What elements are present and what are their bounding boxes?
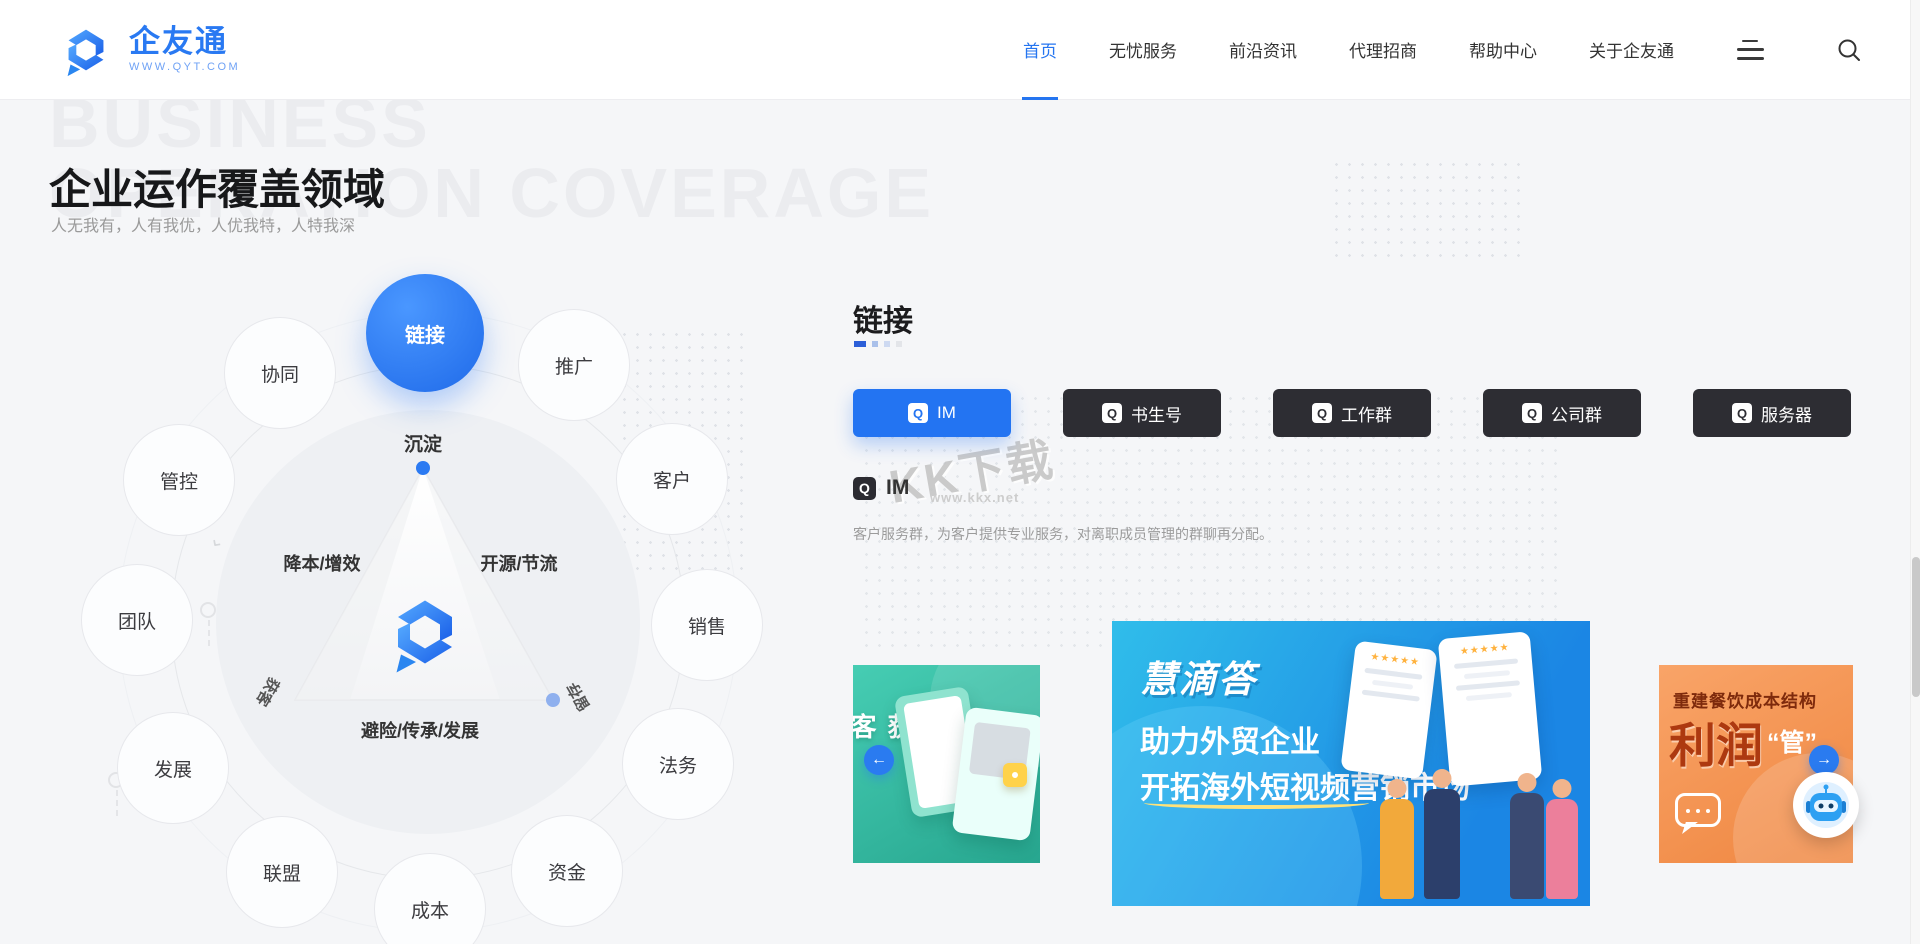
person-illustration: [1546, 799, 1578, 899]
tab-shusheng[interactable]: Q 书生号: [1063, 389, 1221, 437]
qyt-logo-icon: [67, 29, 104, 76]
diagram-bubble[interactable]: 联盟: [226, 816, 338, 928]
center-logo-icon: [396, 600, 452, 673]
robot-mascot-button[interactable]: [1793, 772, 1859, 838]
tab-im[interactable]: Q IM: [853, 389, 1011, 437]
site-header: 企友通 WWW.QYT.COM 首页 无忧服务 前沿资讯 代理招商 帮助中心 关…: [0, 0, 1920, 100]
pin-decoration: [200, 602, 216, 646]
triangle-right-dot: [546, 693, 560, 707]
robot-icon: [1803, 782, 1849, 828]
q-badge-icon: Q: [1732, 403, 1752, 423]
diagram-bubble[interactable]: 资金: [511, 815, 623, 927]
diagram-bubble[interactable]: 团队: [81, 564, 193, 676]
person-illustration: [1380, 799, 1414, 899]
diagram-bubble[interactable]: 销售: [651, 569, 763, 681]
brand-logo[interactable]: 企友通 WWW.QYT.COM: [55, 19, 240, 81]
search-icon[interactable]: [1836, 37, 1862, 63]
nav-item-news[interactable]: 前沿资讯: [1229, 0, 1297, 100]
person-illustration: [1424, 789, 1460, 899]
thumb-icon: [1003, 763, 1027, 787]
tab-company-group[interactable]: Q 公司群: [1483, 389, 1641, 437]
dot-pattern: [1330, 158, 1525, 266]
q-badge-icon: Q: [1312, 403, 1332, 423]
triangle-top-dot: [416, 461, 430, 475]
banner-brand: 慧滴答: [1140, 659, 1257, 700]
underline-swoosh: [1144, 797, 1369, 809]
tab-label: 工作群: [1341, 405, 1392, 425]
q-badge-icon: Q: [1102, 403, 1122, 423]
kk-watermark-url: www.kkx.net: [930, 490, 1020, 505]
scrollbar-track[interactable]: [1910, 0, 1920, 944]
q-badge-icon: Q: [908, 403, 929, 423]
nav-item-about[interactable]: 关于企友通: [1589, 0, 1674, 100]
tab-label: 公司群: [1551, 405, 1602, 425]
diagram-bubble[interactable]: 协同: [224, 317, 336, 429]
tab-label: 书生号: [1131, 405, 1182, 425]
main-nav: 首页 无忧服务 前沿资讯 代理招商 帮助中心 关于企友通: [1023, 0, 1674, 100]
pager-dot[interactable]: [896, 341, 902, 347]
diagram-bubble[interactable]: 法务: [622, 708, 734, 820]
triangle-label-bottom-edge: 避险/传承/发展: [360, 721, 480, 741]
brand-name: 企友通: [129, 23, 228, 59]
diagram-bubble[interactable]: 发展: [117, 712, 229, 824]
carousel-banner-center[interactable]: 慧滴答 助力外贸企业 开拓海外短视频营销市场 ★★★★★ ★★★★★: [1112, 621, 1590, 906]
q-badge-icon: Q: [1522, 403, 1542, 423]
tab-label: 服务器: [1761, 405, 1812, 425]
carousel-prev-button[interactable]: ←: [864, 745, 894, 775]
diagram-bubble[interactable]: 客户: [616, 423, 728, 535]
page-subtitle: 人无我有，人有我优，人优我特，人特我深: [51, 218, 356, 235]
carousel-next-button[interactable]: →: [1809, 745, 1839, 775]
nav-item-services[interactable]: 无忧服务: [1109, 0, 1177, 100]
diagram-bubble[interactable]: 管控: [123, 424, 235, 536]
banner-line1: 助力外贸企业: [1140, 726, 1320, 759]
coverage-section: BUSINESS OPERATION COVERAGE 企业运作覆盖领域 人无我…: [0, 100, 1920, 944]
tab-label: IM: [937, 403, 956, 422]
chat-bubble-icon: [1675, 793, 1721, 827]
phone-illustration: ★★★★★: [1340, 640, 1438, 780]
brand-domain: WWW.QYT.COM: [129, 60, 241, 73]
menu-icon[interactable]: [1736, 39, 1764, 60]
nav-item-home[interactable]: 首页: [1023, 0, 1057, 100]
person-illustration: [1510, 793, 1544, 899]
phone-illustration: ★★★★★: [1437, 631, 1543, 787]
tab-workgroup[interactable]: Q 工作群: [1273, 389, 1431, 437]
pager-dot[interactable]: [872, 341, 878, 347]
panel-tabs: Q IM Q 书生号 Q 工作群 Q 公司群 Q 服务器: [853, 389, 1851, 437]
scrollbar-thumb[interactable]: [1912, 557, 1920, 697]
diagram-bubble[interactable]: 推广: [518, 309, 630, 421]
nav-item-help[interactable]: 帮助中心: [1469, 0, 1537, 100]
selected-item-row: Q IM: [853, 476, 909, 500]
pager-dot-active[interactable]: [854, 341, 866, 347]
stars-icon: ★★★★★: [1369, 651, 1421, 669]
stars-icon: ★★★★★: [1459, 642, 1511, 658]
selected-item-label: IM: [886, 476, 910, 499]
q-badge-icon: Q: [853, 476, 876, 500]
banner-highlight: 利润: [1669, 719, 1763, 772]
pager-dot[interactable]: [884, 341, 890, 347]
triangle-label-right-edge: 开源/节流: [480, 554, 558, 574]
page-title: 企业运作覆盖领域: [49, 166, 386, 213]
tab-server[interactable]: Q 服务器: [1693, 389, 1851, 437]
triangle-label-left-edge: 降本/增效: [283, 554, 361, 574]
panel-pager: [854, 341, 902, 347]
nav-item-agency[interactable]: 代理招商: [1349, 0, 1417, 100]
selected-item-description: 客户服务群，为客户提供专业服务，对离职成员管理的群聊再分配。: [853, 526, 1273, 542]
triangle-label-top: 沉淀: [403, 434, 443, 456]
panel-heading: 链接: [853, 305, 913, 338]
diagram-bubble[interactable]: 链接: [366, 274, 484, 392]
